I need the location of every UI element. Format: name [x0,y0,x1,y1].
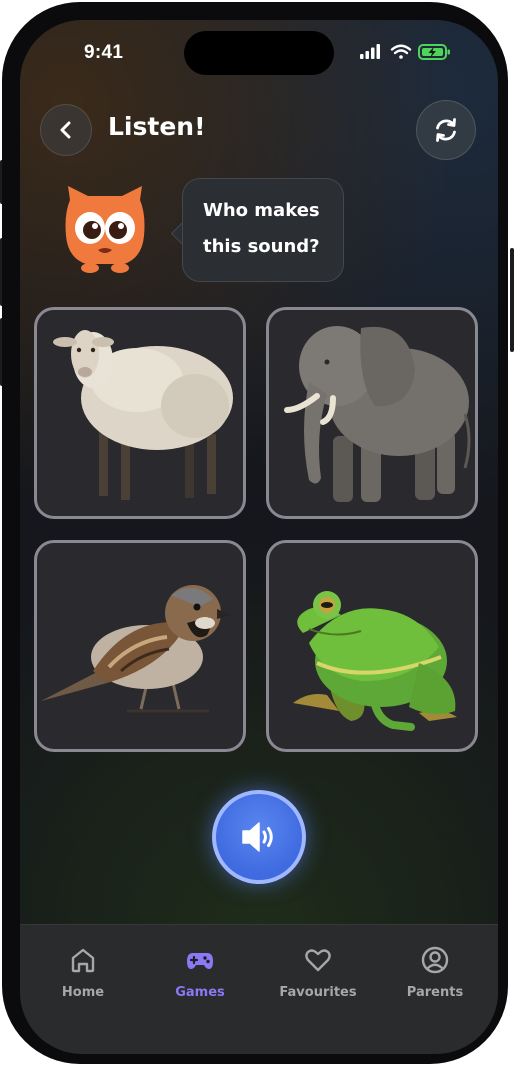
tab-home[interactable]: Home [33,945,133,1015]
tab-parents-label: Parents [406,985,464,1000]
answer-card-elephant[interactable] [266,307,478,519]
tab-favourites[interactable]: Favourites [268,945,368,1015]
question-line-2: this sound? [203,236,320,257]
screen: 9:41 Listen! Who makes this sound? Home … [20,20,498,1054]
tab-games[interactable]: Games [150,945,250,1015]
dynamic-island [184,31,334,75]
question-line-1: Who makes [203,200,320,221]
phone-frame: 9:41 Listen! Who makes this sound? Home … [2,2,508,1064]
wifi-icon [390,44,412,59]
owl-mascot-icon [65,186,145,273]
tab-favourites-label: Favourites [279,985,357,1000]
tab-bar: Home Games Favourites Parents [20,924,498,1054]
user-circle-icon [421,946,449,974]
speaker-icon [242,822,273,852]
sheep-image [53,330,233,500]
play-sound-button[interactable] [212,790,306,884]
answer-card-sheep[interactable] [34,307,246,519]
signal-icon [360,44,380,59]
question-bubble: Who makes this sound? [182,178,344,282]
gamepad-icon [187,953,213,969]
sparrow-image [41,585,231,713]
status-time: 9:41 [84,42,124,63]
refresh-icon [436,118,456,142]
frog-image [293,591,457,731]
home-icon [71,948,95,973]
tab-home-label: Home [61,985,105,1000]
chevron-left-icon [60,121,71,139]
power-button [510,248,514,352]
status-icons [360,44,450,60]
tab-games-label: Games [175,985,225,1000]
back-button[interactable] [40,104,92,156]
header: Listen! [20,100,498,164]
elephant-image [284,326,471,502]
battery-icon [418,44,450,60]
tab-parents[interactable]: Parents [385,945,485,1015]
page-title: Listen! [108,112,206,141]
status-bar: 9:41 [20,20,498,80]
answer-card-sparrow[interactable] [34,540,246,752]
refresh-button[interactable] [416,100,476,160]
answer-card-frog[interactable] [266,540,478,752]
heart-icon [305,949,331,972]
